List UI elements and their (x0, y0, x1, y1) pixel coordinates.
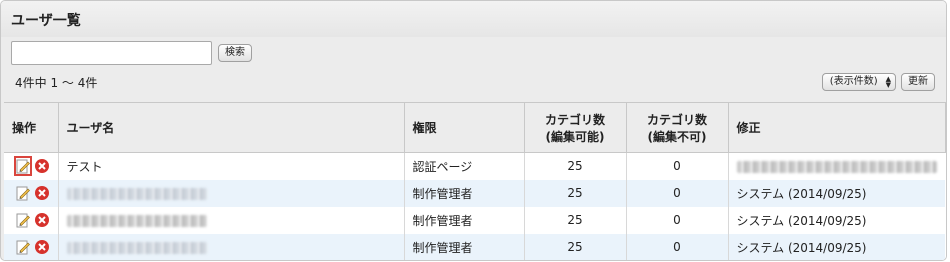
edit-pencil-icon[interactable] (14, 211, 32, 229)
category-readonly-cell: 0 (625, 233, 728, 260)
list-controls: (表示件数) ▲ ▼ 更新 (821, 73, 935, 91)
category-editable-cell: 25 (523, 233, 626, 260)
table-row: テスト 認証ページ 25 0 (4, 152, 945, 180)
redacted-text (736, 160, 937, 173)
category-editable-cell: 25 (523, 179, 626, 207)
redacted-text (66, 241, 207, 254)
role-cell: 認証ページ (403, 152, 524, 180)
page-title: ユーザ一覧 (1, 1, 946, 37)
update-button[interactable]: 更新 (901, 73, 935, 91)
modified-cell: システム (2014/09/25) (727, 179, 945, 207)
delete-x-icon[interactable] (34, 158, 50, 174)
redacted-text (66, 214, 207, 227)
ops-cell (4, 179, 58, 207)
category-readonly-cell: 0 (625, 152, 728, 180)
role-cell: 制作管理者 (403, 179, 524, 207)
header-category-readonly: カテゴリ数 (編集不可) (625, 102, 729, 153)
result-count: 4件中 1 〜 4件 (15, 75, 98, 90)
category-readonly-cell: 0 (625, 206, 728, 234)
username-cell (57, 233, 404, 260)
header-ops: 操作 (4, 102, 59, 153)
search-input[interactable] (11, 41, 212, 65)
header-modified: 修正 (727, 102, 946, 153)
header-category-readonly-label: カテゴリ数 (編集不可) (646, 112, 707, 144)
username-cell (57, 179, 404, 207)
table-row: 制作管理者 25 0 システム (2014/09/25) (4, 206, 945, 234)
category-editable-cell: 25 (523, 152, 626, 180)
search-row: 検索 (1, 37, 946, 65)
username-cell: テスト (57, 152, 404, 180)
ops-cell (4, 152, 58, 180)
table-header-row: 操作 ユーザ名 権限 カテゴリ数 (編集可能) カテゴリ数 (編集不可) 修正 (4, 102, 946, 153)
paging-row: 4件中 1 〜 4件 (表示件数) ▲ ▼ 更新 (1, 65, 946, 99)
search-button[interactable]: 検索 (218, 44, 252, 62)
redacted-text (66, 187, 207, 200)
table-row: 制作管理者 25 0 システム (2014/09/25) (4, 179, 945, 207)
edit-pencil-icon[interactable] (14, 156, 32, 177)
modified-cell: システム (2014/09/25) (727, 233, 945, 260)
delete-x-icon[interactable] (34, 185, 50, 201)
per-page-label: (表示件数) (829, 76, 878, 87)
user-table-body: テスト 認証ページ 25 0 制作管理者 25 0 システム (2014/09/… (4, 152, 945, 260)
category-readonly-cell: 0 (625, 179, 728, 207)
table-row: 制作管理者 25 0 システム (2014/09/25) (4, 233, 945, 260)
header-username: ユーザ名 (57, 102, 405, 153)
role-cell: 制作管理者 (403, 206, 524, 234)
header-category-editable: カテゴリ数 (編集可能) (523, 102, 627, 153)
delete-x-icon[interactable] (34, 239, 50, 255)
delete-x-icon[interactable] (34, 212, 50, 228)
edit-pencil-icon[interactable] (14, 238, 32, 256)
modified-cell (727, 152, 945, 180)
select-arrows-icon: ▲ ▼ (885, 75, 891, 89)
ops-cell (4, 233, 58, 260)
category-editable-cell: 25 (523, 206, 626, 234)
header-role: 権限 (403, 102, 525, 153)
modified-cell: システム (2014/09/25) (727, 206, 945, 234)
role-cell: 制作管理者 (403, 233, 524, 260)
username-cell (57, 206, 404, 234)
user-table: 操作 ユーザ名 権限 カテゴリ数 (編集可能) カテゴリ数 (編集不可) 修正 (4, 102, 946, 260)
ops-cell (4, 206, 58, 234)
user-list-panel: ユーザ一覧 検索 4件中 1 〜 4件 (表示件数) ▲ ▼ 更新 操作 ユーザ名… (0, 0, 947, 261)
edit-pencil-icon[interactable] (14, 184, 32, 202)
per-page-select[interactable]: (表示件数) ▲ ▼ (821, 73, 896, 91)
header-category-editable-label: カテゴリ数 (編集可能) (544, 112, 605, 144)
